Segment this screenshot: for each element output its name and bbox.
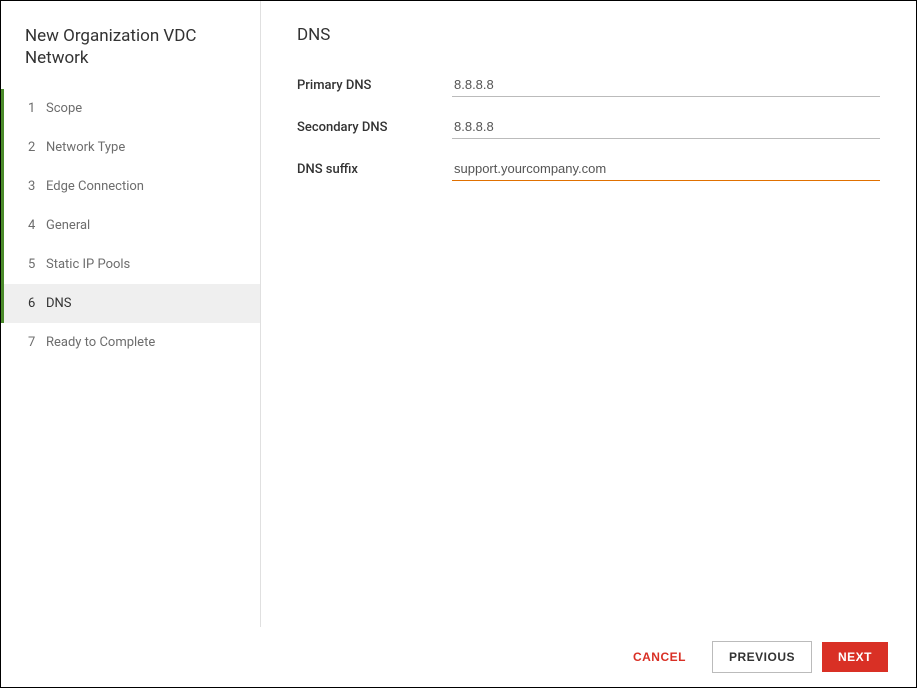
step-edge-connection[interactable]: 3 Edge Connection	[1, 167, 260, 206]
form-row-dns-suffix: DNS suffix	[297, 157, 880, 181]
step-number: 6	[28, 296, 46, 311]
step-static-ip-pools[interactable]: 5 Static IP Pools	[1, 245, 260, 284]
step-network-type[interactable]: 2 Network Type	[1, 128, 260, 167]
form-row-secondary-dns: Secondary DNS	[297, 115, 880, 139]
step-label: Scope	[46, 101, 242, 116]
step-number: 1	[28, 101, 46, 116]
wizard-body: New Organization VDC Network 1 Scope 2 N…	[1, 1, 916, 627]
dns-suffix-input[interactable]	[452, 157, 880, 181]
step-number: 2	[28, 140, 46, 155]
dns-suffix-label: DNS suffix	[297, 162, 452, 177]
step-label: Network Type	[46, 140, 242, 155]
wizard-steps: 1 Scope 2 Network Type 3 Edge Connection…	[1, 89, 260, 362]
secondary-dns-input[interactable]	[452, 115, 880, 139]
step-label: Ready to Complete	[46, 335, 242, 350]
wizard-main: DNS Primary DNS Secondary DNS DNS suffix	[261, 1, 916, 627]
step-number: 4	[28, 218, 46, 233]
step-scope[interactable]: 1 Scope	[1, 89, 260, 128]
step-number: 3	[28, 179, 46, 194]
step-label: Static IP Pools	[46, 257, 242, 272]
primary-dns-input[interactable]	[452, 73, 880, 97]
page-title: DNS	[297, 25, 880, 45]
step-general[interactable]: 4 General	[1, 206, 260, 245]
step-number: 5	[28, 257, 46, 272]
step-dns[interactable]: 6 DNS	[1, 284, 260, 323]
wizard-sidebar: New Organization VDC Network 1 Scope 2 N…	[1, 1, 261, 627]
wizard-footer: CANCEL PREVIOUS NEXT	[1, 627, 916, 687]
step-ready-to-complete[interactable]: 7 Ready to Complete	[1, 323, 260, 362]
form-row-primary-dns: Primary DNS	[297, 73, 880, 97]
step-label: Edge Connection	[46, 179, 242, 194]
step-label: General	[46, 218, 242, 233]
step-number: 7	[28, 335, 46, 350]
next-button[interactable]: NEXT	[822, 642, 888, 672]
step-label: DNS	[46, 296, 242, 311]
primary-dns-label: Primary DNS	[297, 78, 452, 93]
previous-button[interactable]: PREVIOUS	[712, 641, 812, 673]
wizard-dialog: New Organization VDC Network 1 Scope 2 N…	[0, 0, 917, 688]
cancel-button[interactable]: CANCEL	[617, 642, 702, 672]
secondary-dns-label: Secondary DNS	[297, 120, 452, 135]
wizard-title: New Organization VDC Network	[1, 25, 260, 89]
